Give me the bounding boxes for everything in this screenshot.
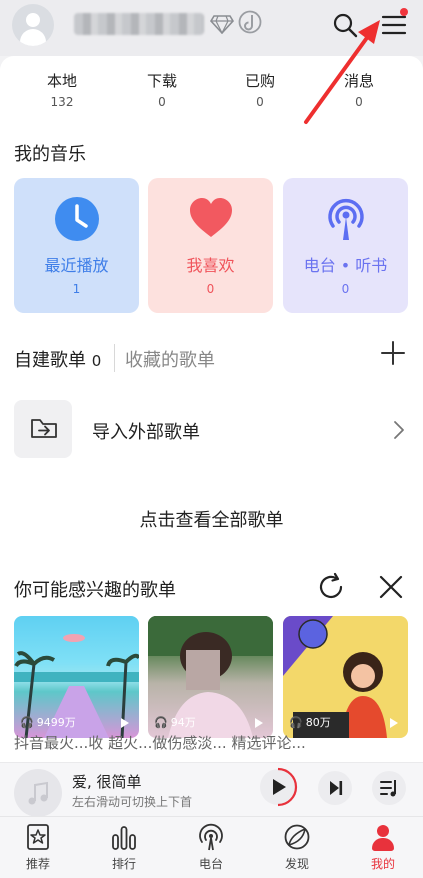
search-icon[interactable] [332,12,358,38]
now-playing-title[interactable]: 爱, 很简单 [72,771,142,792]
card-count: 1 [72,282,81,296]
recommended-title: 你可能感兴趣的歌单 [14,580,176,601]
recent-played-card[interactable]: 最近播放 1 [14,178,139,313]
recommended-playlist-card[interactable]: 🎧 9499万 [14,616,139,738]
import-playlist-row[interactable]: 导入外部歌单 [0,396,423,462]
nav-recommend[interactable]: 推荐 [8,823,68,872]
stat-local[interactable]: 本地 132 [22,70,102,109]
nav-label: 排行 [111,857,136,871]
view-all-playlists-link[interactable]: 点击查看全部歌单 [0,506,423,532]
import-playlist-label: 导入外部歌单 [92,422,200,443]
stat-count: 132 [50,95,74,109]
tab-self-label: 自建歌单 [14,350,86,371]
next-track-button[interactable] [318,771,352,805]
play-count: 🎧 9499万 [20,714,76,730]
play-count: 🎧 94万 [154,714,196,730]
mini-player[interactable]: 爱, 很简单 左右滑动可切换上下首 [0,762,423,817]
chevron-right-icon [394,421,404,439]
my-music-title: 我的音乐 [14,144,86,165]
stat-count: 0 [355,95,363,109]
playlist-tabs: 自建歌单 0 收藏的歌单 [14,344,414,372]
username-blurred[interactable] [74,13,204,35]
card-title: 电台 • 听书 [303,256,388,275]
bar-chart-icon [112,826,136,850]
radio-broadcast-icon [328,198,364,240]
folder-import-icon [31,419,57,438]
user-icon [369,823,397,851]
vip-badge-icon[interactable] [238,10,262,34]
headphones-icon: 🎧 [20,715,34,729]
close-icon[interactable] [378,574,404,600]
recommended-playlist-card[interactable]: 🎧 94万 [148,616,273,738]
notification-dot [400,8,408,16]
nav-mine[interactable]: 我的 [353,823,413,872]
refresh-icon[interactable] [316,572,346,602]
stat-label: 本地 [46,72,77,90]
compass-icon [284,824,310,850]
swipe-hint: 左右滑动可切换上下首 [72,795,193,809]
nav-ranking[interactable]: 排行 [94,823,154,872]
play-icon[interactable] [255,718,263,728]
music-note-icon [28,781,48,805]
tab-favorited[interactable]: 收藏的歌单 [125,346,215,372]
headphones-icon: 🎧 [154,715,168,729]
recommended-playlist-card[interactable]: 🎧 80万 [283,616,408,738]
playlist-queue-button[interactable] [372,771,406,805]
stat-download[interactable]: 下载 0 [122,70,202,109]
nav-label: 电台 [198,857,223,871]
play-count-text: 94万 [170,716,196,729]
stat-count: 0 [158,95,166,109]
play-icon[interactable] [121,718,129,728]
play-count-text: 80万 [305,716,331,729]
card-count: 0 [206,282,215,296]
playlist-titles-peek: 抖音最火...收 超火...做伤感淡... 精选评论... [14,734,306,752]
stat-count: 0 [256,95,264,109]
user-avatar-icon[interactable] [12,4,54,46]
radio-audiobook-card[interactable]: 电台 • 听书 0 [283,178,408,313]
mini-cover[interactable] [14,769,62,817]
play-button[interactable] [258,767,298,807]
card-count: 0 [341,282,350,296]
stat-label: 下载 [146,72,177,90]
bottom-nav: 推荐 排行 电台 发现 我的 [0,816,423,878]
import-icon-box [14,400,72,458]
liked-songs-card[interactable]: 我喜欢 0 [148,178,273,313]
stat-purchased[interactable]: 已购 0 [220,70,300,109]
nav-label: 推荐 [25,857,50,871]
stat-messages[interactable]: 消息 0 [319,70,399,109]
tab-self-count: 0 [91,352,102,370]
card-title: 最近播放 [44,256,109,275]
nav-label: 发现 [284,857,309,871]
clock-icon [55,197,99,241]
stats-row: 本地 132 下载 0 已购 0 消息 0 [0,70,423,114]
tab-self-created[interactable]: 自建歌单 0 [14,346,101,372]
radio-broadcast-icon [199,823,223,851]
main-content: 本地 132 下载 0 已购 0 消息 0 我的音乐 最近播放 1 我喜欢 0 [0,56,423,762]
play-count-text: 9499万 [36,716,76,729]
stat-label: 已购 [244,72,275,90]
add-playlist-button[interactable] [380,340,406,366]
card-title: 我喜欢 [186,256,235,275]
nav-discover[interactable]: 发现 [267,823,327,872]
diamond-badge-icon[interactable] [210,12,234,34]
play-count: 🎧 80万 [289,714,331,730]
heart-icon [190,198,232,237]
star-doc-icon [27,824,49,850]
top-bar [0,0,423,56]
tab-divider [114,344,115,372]
play-icon[interactable] [390,718,398,728]
stat-label: 消息 [343,72,374,90]
headphones-icon: 🎧 [289,715,303,729]
nav-radio[interactable]: 电台 [181,823,241,872]
nav-label: 我的 [370,857,395,871]
